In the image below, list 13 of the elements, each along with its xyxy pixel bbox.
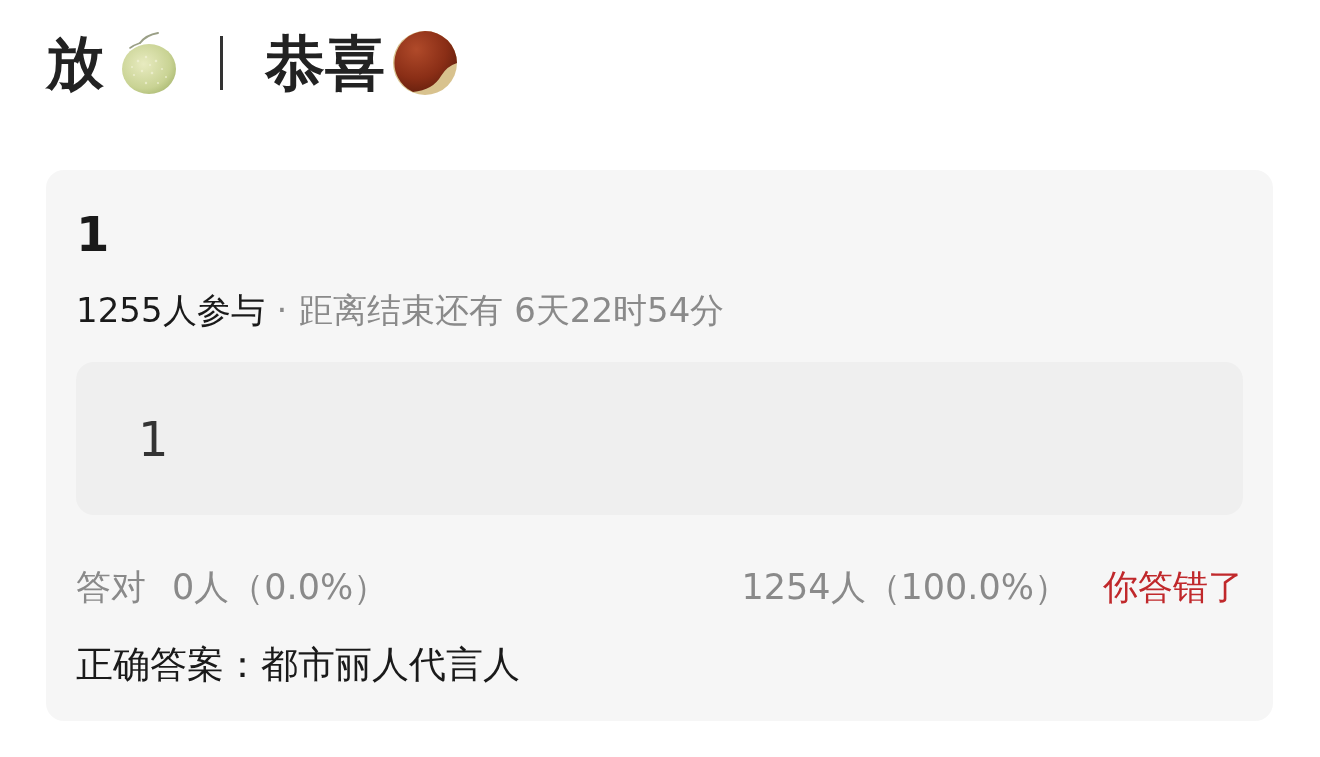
correct-answer: 正确答案：都市丽人代言人 [76, 642, 521, 688]
correct-label: 答对 [76, 566, 146, 609]
correct-count: 0人（0.0%） [172, 566, 389, 609]
chestnut-icon [391, 30, 459, 96]
deadline-text: 距离结束还有 6天22时54分 [299, 290, 725, 330]
participant-count: 1255人参与 [76, 290, 265, 330]
header-text: 恭喜 [265, 28, 385, 98]
poll-option[interactable]: 1 [76, 362, 1243, 515]
chosen-count: 1254人（100.0%） [741, 566, 1069, 609]
header-text: 放 [46, 28, 104, 98]
verdict-text: 你答错了 [1103, 566, 1243, 609]
poll-title: 1 [76, 206, 111, 262]
separator-dot: · [276, 290, 288, 330]
